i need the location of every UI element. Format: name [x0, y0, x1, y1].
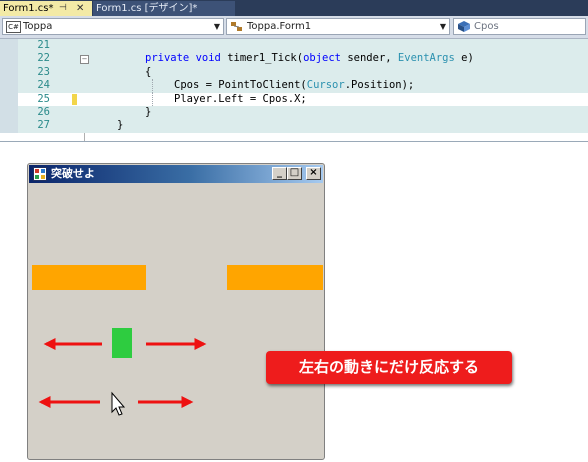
line-number: 21 — [37, 39, 50, 51]
code-text: Cpos = PointToClient(Cursor.Position); — [174, 79, 415, 92]
code-line[interactable]: 23 { — [0, 65, 588, 80]
code-text: { — [145, 65, 152, 78]
line-number: 23 — [37, 65, 50, 78]
document-tab-bar: Form1.cs* ⊣ ✕ Form1.cs [デザイン]* — [0, 0, 588, 16]
navigation-bar: C# Toppa ▼ Toppa.Form1 ▼ Cpos — [0, 16, 588, 39]
tab-label: Form1.cs* — [3, 3, 54, 14]
class-dropdown[interactable]: C# Toppa ▼ — [2, 18, 224, 35]
type-dropdown[interactable]: Toppa.Form1 ▼ — [226, 18, 450, 35]
gutter — [0, 52, 18, 66]
code-line[interactable]: 21 — [0, 39, 588, 53]
callout-label: 左右の動きにだけ反応する — [266, 351, 512, 384]
indent-guide — [152, 79, 153, 93]
member-dropdown-value: Cpos — [474, 21, 499, 32]
change-marker — [72, 93, 77, 105]
chevron-down-icon[interactable]: ▼ — [214, 19, 220, 34]
code-line[interactable]: 27 } — [0, 119, 588, 133]
form-window[interactable]: 突破せよ _ □ × — [27, 163, 325, 460]
code-line[interactable]: 22 − private void timer1_Tick(object sen… — [0, 52, 588, 66]
line-number: 22 — [37, 52, 50, 65]
indent-guide — [152, 92, 153, 106]
line-number: 24 — [37, 79, 50, 92]
code-text: private void timer1_Tick(object sender, … — [145, 52, 474, 65]
type-icon — [231, 22, 242, 31]
line-number: 26 — [37, 106, 50, 118]
pin-icon[interactable]: ⊣ — [59, 1, 67, 16]
code-text: Player.Left = Cpos.X; — [174, 92, 307, 105]
line-number: 25 — [37, 92, 50, 105]
tab-label: Form1.cs [デザイン]* — [96, 3, 198, 14]
mouse-cursor-icon — [111, 391, 126, 416]
gutter — [0, 106, 18, 120]
class-dropdown-value: Toppa — [23, 21, 53, 32]
motion-arrows — [38, 338, 207, 416]
gutter — [0, 39, 18, 53]
code-text: } — [145, 106, 152, 118]
close-icon[interactable]: ✕ — [76, 1, 84, 16]
code-editor-panel: Form1.cs* ⊣ ✕ Form1.cs [デザイン]* C# Toppa … — [0, 0, 588, 142]
code-area[interactable]: 21 22 − private void timer1_Tick(object … — [0, 39, 588, 141]
chevron-down-icon[interactable]: ▼ — [440, 19, 446, 34]
field-icon — [458, 21, 470, 32]
tab-form1-designer[interactable]: Form1.cs [デザイン]* — [93, 1, 235, 16]
class-icon: C# — [6, 21, 21, 33]
collapse-icon[interactable]: − — [80, 55, 89, 65]
tab-form1-cs[interactable]: Form1.cs* ⊣ ✕ — [0, 1, 92, 16]
code-line[interactable]: 24 Cpos = PointToClient(Cursor.Position)… — [0, 79, 588, 93]
code-line-current[interactable]: 25 Player.Left = Cpos.X; — [0, 92, 588, 106]
member-dropdown[interactable]: Cpos — [453, 18, 586, 35]
line-number: 27 — [37, 119, 50, 132]
code-line[interactable]: 26 } — [0, 106, 588, 120]
code-text: } — [117, 119, 124, 132]
gutter — [0, 65, 18, 80]
gutter — [0, 119, 18, 133]
gutter — [0, 79, 18, 93]
gutter — [0, 92, 18, 106]
type-dropdown-value: Toppa.Form1 — [247, 21, 312, 32]
